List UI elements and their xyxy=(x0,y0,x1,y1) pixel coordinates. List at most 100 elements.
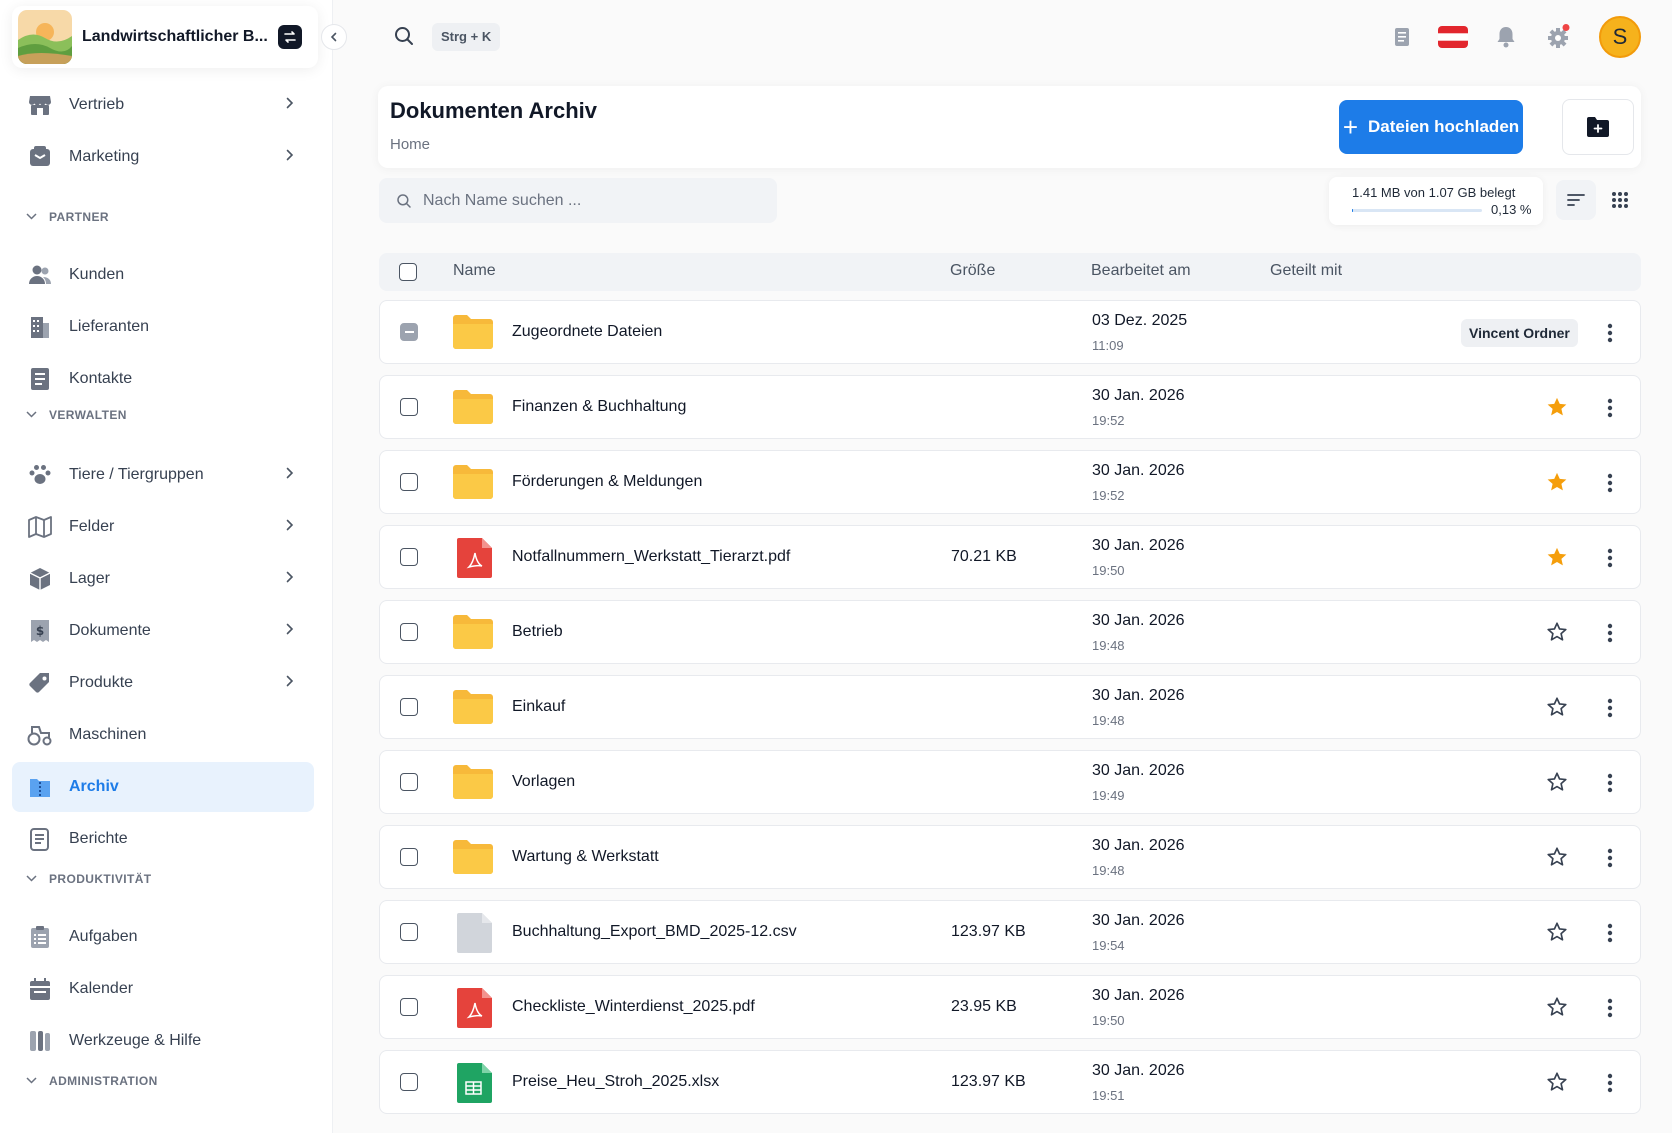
file-name[interactable]: Finanzen & Buchhaltung xyxy=(512,398,686,416)
sidebar-item-dokumente[interactable]: $ Dokumente xyxy=(12,606,314,656)
row-checkbox[interactable] xyxy=(400,473,418,491)
more-options-icon[interactable] xyxy=(1598,921,1622,945)
sidebar-item-aufgaben[interactable]: Aufgaben xyxy=(12,912,314,962)
table-row[interactable]: Preise_Heu_Stroh_2025.xlsx 123.97 KB 30 Ja… xyxy=(379,1050,1641,1114)
page-header: Dokumenten Archiv Home + Dateien hochlad… xyxy=(378,86,1641,168)
section-header[interactable]: ADMINISTRATION xyxy=(26,1074,158,1088)
grid-view-button[interactable] xyxy=(1600,180,1640,220)
file-search[interactable] xyxy=(379,178,777,223)
company-switcher[interactable]: Landwirtschaftlicher B... xyxy=(12,6,318,68)
select-all-checkbox[interactable] xyxy=(399,263,417,281)
table-row[interactable]: Checkliste_Winterdienst_2025.pdf 23.95 KB… xyxy=(379,975,1641,1039)
austria-flag-icon[interactable] xyxy=(1438,22,1468,52)
file-name[interactable]: Betrieb xyxy=(512,623,563,641)
star-filled-icon[interactable] xyxy=(1546,471,1570,495)
sort-button[interactable] xyxy=(1556,180,1596,220)
sidebar-item-maschinen[interactable]: Maschinen xyxy=(12,710,314,760)
row-checkbox[interactable] xyxy=(400,998,418,1016)
more-options-icon[interactable] xyxy=(1598,546,1622,570)
modified-time: 19:52 xyxy=(1092,488,1125,503)
star-outline-icon[interactable] xyxy=(1546,771,1570,795)
row-checkbox[interactable] xyxy=(400,923,418,941)
star-filled-icon[interactable] xyxy=(1546,546,1570,570)
sidebar-item-label: Lager xyxy=(69,570,110,587)
table-row[interactable]: Einkauf 30 Jan. 2026 19:48 xyxy=(379,675,1641,739)
sidebar-item-werkzeuge-hilfe[interactable]: Werkzeuge & Hilfe xyxy=(12,1016,314,1066)
sidebar-item-kalender[interactable]: Kalender xyxy=(12,964,314,1014)
docs-icon[interactable] xyxy=(1387,22,1417,52)
sidebar-item-kontakte[interactable]: Kontakte xyxy=(12,354,314,404)
file-name[interactable]: Förderungen & Meldungen xyxy=(512,473,702,491)
section-header[interactable]: PARTNER xyxy=(26,210,109,224)
user-avatar[interactable]: S xyxy=(1599,16,1641,58)
file-name[interactable]: Notfallnummern_Werkstatt_Tierarzt.pdf xyxy=(512,548,790,566)
collapse-sidebar-button[interactable] xyxy=(321,24,347,50)
star-outline-icon[interactable] xyxy=(1546,1071,1570,1095)
row-checkbox[interactable] xyxy=(400,398,418,416)
star-outline-icon[interactable] xyxy=(1546,621,1570,645)
star-outline-icon[interactable] xyxy=(1546,921,1570,945)
more-options-icon[interactable] xyxy=(1598,846,1622,870)
row-checkbox[interactable] xyxy=(400,848,418,866)
file-name[interactable]: Preise_Heu_Stroh_2025.xlsx xyxy=(512,1073,719,1091)
sidebar-item-berichte[interactable]: Berichte xyxy=(12,814,314,864)
more-options-icon[interactable] xyxy=(1598,1071,1622,1095)
upload-files-button[interactable]: + Dateien hochladen xyxy=(1339,100,1523,154)
table-row[interactable]: Buchhaltung_Export_BMD_2025-12.csv 123.97… xyxy=(379,900,1641,964)
search-input[interactable] xyxy=(423,191,763,210)
more-options-icon[interactable] xyxy=(1598,996,1622,1020)
table-row[interactable]: Zugeordnete Dateien 03 Dez. 2025 11:09 Vinc… xyxy=(379,300,1641,364)
file-name[interactable]: Checkliste_Winterdienst_2025.pdf xyxy=(512,998,755,1016)
more-options-icon[interactable] xyxy=(1598,771,1622,795)
column-shared[interactable]: Geteilt mit xyxy=(1270,262,1342,280)
more-options-icon[interactable] xyxy=(1598,321,1622,345)
sidebar-item-vertrieb[interactable]: Vertrieb xyxy=(12,80,314,130)
star-outline-icon[interactable] xyxy=(1546,696,1570,720)
file-name[interactable]: Zugeordnete Dateien xyxy=(512,323,662,341)
sidebar-item-tiere-tiergruppen[interactable]: Tiere / Tiergruppen xyxy=(12,450,314,500)
sidebar-item-archiv[interactable]: Archiv xyxy=(12,762,314,812)
sidebar-item-lager[interactable]: Lager xyxy=(12,554,314,604)
more-options-icon[interactable] xyxy=(1598,396,1622,420)
sidebar-item-marketing[interactable]: Marketing xyxy=(12,132,314,182)
settings-gear-icon[interactable] xyxy=(1543,22,1573,52)
table-row[interactable]: Betrieb 30 Jan. 2026 19:48 xyxy=(379,600,1641,664)
column-size[interactable]: Größe xyxy=(950,262,995,280)
table-row[interactable]: Notfallnummern_Werkstatt_Tierarzt.pdf 70.… xyxy=(379,525,1641,589)
row-checkbox[interactable] xyxy=(400,323,418,341)
switch-company-icon[interactable] xyxy=(278,25,302,49)
sidebar-item-felder[interactable]: Felder xyxy=(12,502,314,552)
row-checkbox[interactable] xyxy=(400,698,418,716)
file-name[interactable]: Buchhaltung_Export_BMD_2025-12.csv xyxy=(512,923,797,941)
sidebar-item-kunden[interactable]: Kunden xyxy=(12,250,314,300)
section-header[interactable]: VERWALTEN xyxy=(26,408,127,422)
more-options-icon[interactable] xyxy=(1598,471,1622,495)
breadcrumb-home[interactable]: Home xyxy=(390,136,430,153)
file-name[interactable]: Wartung & Werkstatt xyxy=(512,848,659,866)
star-outline-icon[interactable] xyxy=(1546,996,1570,1020)
row-checkbox[interactable] xyxy=(400,548,418,566)
sidebar-item-produkte[interactable]: Produkte xyxy=(12,658,314,708)
table-row[interactable]: Vorlagen 30 Jan. 2026 19:49 xyxy=(379,750,1641,814)
more-options-icon[interactable] xyxy=(1598,621,1622,645)
file-name[interactable]: Einkauf xyxy=(512,698,565,716)
row-checkbox[interactable] xyxy=(400,623,418,641)
notification-bell-icon[interactable] xyxy=(1491,22,1521,52)
table-row[interactable]: Finanzen & Buchhaltung 30 Jan. 2026 19:52 xyxy=(379,375,1641,439)
column-name[interactable]: Name xyxy=(453,262,496,280)
shared-with-badge[interactable]: Vincent Ordner xyxy=(1461,319,1578,347)
search-shortcut-badge[interactable]: Strg + K xyxy=(432,23,501,51)
new-folder-button[interactable] xyxy=(1562,99,1634,155)
star-filled-icon[interactable] xyxy=(1546,396,1570,420)
column-modified[interactable]: Bearbeitet am xyxy=(1091,262,1191,280)
file-name[interactable]: Vorlagen xyxy=(512,773,575,791)
table-row[interactable]: Wartung & Werkstatt 30 Jan. 2026 19:48 xyxy=(379,825,1641,889)
star-outline-icon[interactable] xyxy=(1546,846,1570,870)
row-checkbox[interactable] xyxy=(400,773,418,791)
more-options-icon[interactable] xyxy=(1598,696,1622,720)
row-checkbox[interactable] xyxy=(400,1073,418,1091)
sidebar-item-lieferanten[interactable]: Lieferanten xyxy=(12,302,314,352)
section-header[interactable]: PRODUKTIVITÄT xyxy=(26,872,152,886)
global-search-icon[interactable] xyxy=(392,24,416,48)
table-row[interactable]: Förderungen & Meldungen 30 Jan. 2026 19:52 xyxy=(379,450,1641,514)
